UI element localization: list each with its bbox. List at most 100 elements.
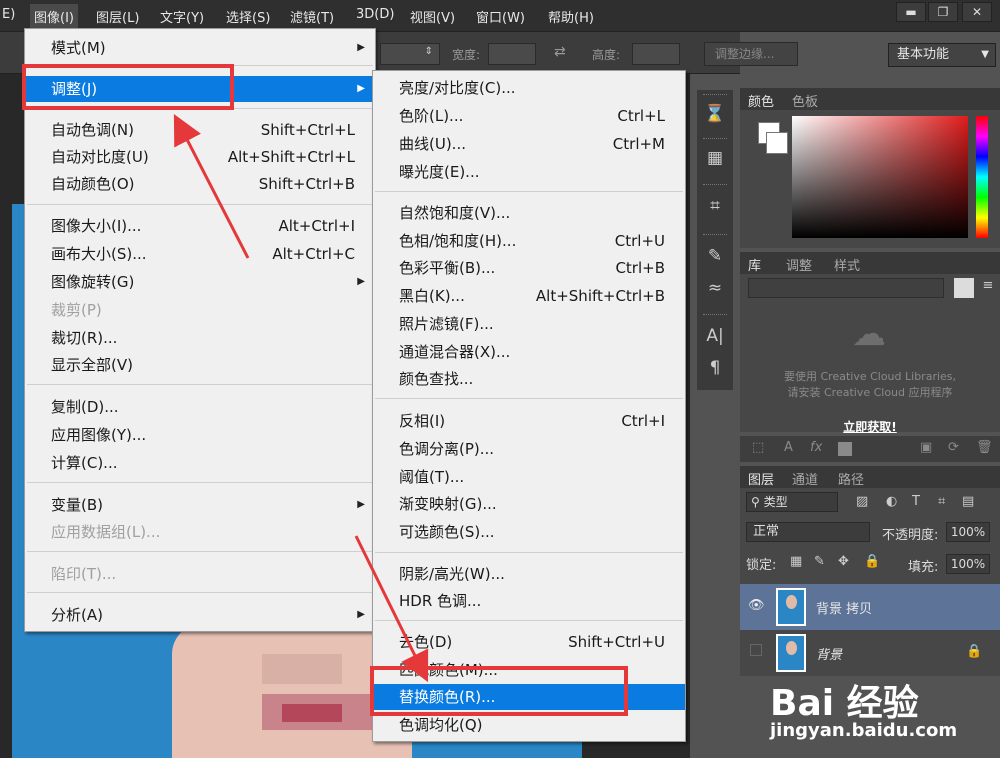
- filter-shape-icon[interactable]: ⌗: [938, 494, 945, 509]
- info-icon[interactable]: ⌗: [703, 194, 727, 218]
- menu-item-desaturate[interactable]: 去色(D) Shift+Ctrl+U: [373, 629, 685, 655]
- menu-item-shadows-highlights[interactable]: 阴影/高光(W)...: [373, 561, 685, 587]
- layer-row-background-copy[interactable]: 👁 背景 拷贝: [740, 584, 1000, 630]
- layer-filter-select[interactable]: ⚲ 类型: [746, 492, 838, 512]
- menu-help[interactable]: 帮助(H): [548, 7, 594, 26]
- tab-layers[interactable]: 图层: [748, 469, 774, 488]
- menu-item-trim[interactable]: 裁切(R)...: [25, 325, 375, 351]
- menu-item-calculations[interactable]: 计算(C)...: [25, 450, 375, 476]
- brush-presets-icon[interactable]: ≈: [703, 276, 727, 300]
- menu-item-brightness-contrast[interactable]: 亮度/对比度(C)...: [373, 75, 685, 101]
- opacity-input[interactable]: 100%: [946, 522, 990, 542]
- tab-adjustments[interactable]: 调整: [786, 255, 812, 274]
- menu-view[interactable]: 视图(V): [410, 7, 455, 26]
- grip-icon: [703, 138, 727, 141]
- menu-item-auto-contrast[interactable]: 自动对比度(U) Alt+Shift+Ctrl+L: [25, 144, 375, 170]
- menu-item-invert[interactable]: 反相(I) Ctrl+I: [373, 408, 685, 434]
- library-select[interactable]: [748, 278, 944, 298]
- menu-type[interactable]: 文字(Y): [160, 7, 204, 26]
- fill-input[interactable]: 100%: [946, 554, 990, 574]
- lock-all-icon[interactable]: 🔒: [864, 554, 880, 569]
- menu-item-curves[interactable]: 曲线(U)... Ctrl+M: [373, 131, 685, 157]
- eye-icon[interactable]: 👁: [748, 598, 765, 613]
- menu-item-reveal-all[interactable]: 显示全部(V): [25, 352, 375, 378]
- tab-library[interactable]: 库: [748, 255, 761, 274]
- filter-pixel-icon[interactable]: ▨: [856, 494, 868, 509]
- menu-item-channel-mixer[interactable]: 通道混合器(X)...: [373, 339, 685, 365]
- width-input[interactable]: [488, 43, 536, 65]
- refine-edge-button[interactable]: 调整边缘...: [704, 42, 798, 66]
- history-icon[interactable]: ⌛: [703, 102, 727, 126]
- minimize-icon[interactable]: ▬: [896, 2, 926, 22]
- filter-adjustment-icon[interactable]: ◐: [886, 494, 897, 509]
- add-color-icon[interactable]: [838, 442, 852, 456]
- menu-item-selective-color[interactable]: 可选颜色(S)...: [373, 519, 685, 545]
- menu-item-vibrance[interactable]: 自然饱和度(V)...: [373, 200, 685, 226]
- filter-smart-icon[interactable]: ▤: [962, 494, 974, 509]
- menu-item-variables[interactable]: 变量(B) ▶: [25, 492, 375, 518]
- menu-filter[interactable]: 滤镜(T): [290, 7, 334, 26]
- restore-icon[interactable]: ❐: [928, 2, 958, 22]
- character-icon[interactable]: A|: [703, 324, 727, 348]
- menu-item-analysis[interactable]: 分析(A) ▶: [25, 602, 375, 628]
- properties-icon[interactable]: ▦: [703, 146, 727, 170]
- workspace-select[interactable]: 基本功能 ▼: [888, 43, 996, 67]
- blend-mode-select[interactable]: 正常: [746, 522, 870, 542]
- add-text-icon[interactable]: A: [784, 440, 793, 455]
- menu-item-apply-image[interactable]: 应用图像(Y)...: [25, 422, 375, 448]
- menu-item-auto-tone[interactable]: 自动色调(N) Shift+Ctrl+L: [25, 117, 375, 143]
- height-input[interactable]: [632, 43, 680, 65]
- tab-color[interactable]: 颜色: [748, 91, 774, 110]
- menu-item-mode[interactable]: 模式(M) ▶: [25, 35, 375, 61]
- grid-view-icon[interactable]: [954, 278, 974, 298]
- menu-image[interactable]: 图像(I): [30, 4, 78, 29]
- menu-item-color-balance[interactable]: 色彩平衡(B)... Ctrl+B: [373, 255, 685, 281]
- menu-window[interactable]: 窗口(W): [476, 7, 525, 26]
- menu-select[interactable]: 选择(S): [226, 7, 270, 26]
- close-icon[interactable]: ✕: [962, 2, 992, 22]
- menu-item-exposure[interactable]: 曝光度(E)...: [373, 159, 685, 185]
- sync-icon[interactable]: ⟳: [948, 440, 959, 455]
- menu-item-hdr-toning[interactable]: HDR 色调...: [373, 588, 685, 614]
- menu-item-auto-color[interactable]: 自动颜色(O) Shift+Ctrl+B: [25, 171, 375, 197]
- tab-styles[interactable]: 样式: [834, 255, 860, 274]
- tab-channels[interactable]: 通道: [792, 469, 818, 488]
- brush-icon[interactable]: ✎: [703, 244, 727, 268]
- stock-icon[interactable]: ▣: [920, 440, 932, 455]
- tab-swatches[interactable]: 色板: [792, 91, 818, 110]
- menu-item-levels[interactable]: 色阶(L)... Ctrl+L: [373, 103, 685, 129]
- menu-edit[interactable]: E): [2, 7, 15, 22]
- add-graphic-icon[interactable]: ⬚: [752, 440, 764, 455]
- tab-paths[interactable]: 路径: [838, 469, 864, 488]
- menu-item-image-size[interactable]: 图像大小(I)... Alt+Ctrl+I: [25, 213, 375, 239]
- layer-name[interactable]: 背景: [816, 644, 842, 663]
- fx-icon[interactable]: fx: [810, 440, 822, 455]
- menu-item-threshold[interactable]: 阈值(T)...: [373, 464, 685, 490]
- menu-item-hue-saturation[interactable]: 色相/饱和度(H)... Ctrl+U: [373, 228, 685, 254]
- menu-item-gradient-map[interactable]: 渐变映射(G)...: [373, 491, 685, 517]
- lock-transparent-icon[interactable]: ▦: [790, 554, 802, 569]
- trash-icon[interactable]: 🗑: [976, 440, 993, 455]
- menu-item-canvas-size[interactable]: 画布大小(S)... Alt+Ctrl+C: [25, 241, 375, 267]
- menu-item-posterize[interactable]: 色调分离(P)...: [373, 436, 685, 462]
- layer-name[interactable]: 背景 拷贝: [816, 598, 872, 617]
- background-color-swatch[interactable]: [766, 132, 788, 154]
- menu-3d[interactable]: 3D(D): [356, 7, 394, 22]
- filter-type-icon[interactable]: T: [912, 494, 920, 509]
- lock-position-icon[interactable]: ✥: [838, 554, 849, 569]
- get-now-link[interactable]: 立即获取!: [740, 418, 1000, 435]
- menu-item-color-lookup[interactable]: 颜色查找...: [373, 366, 685, 392]
- color-spectrum[interactable]: [792, 116, 968, 238]
- menu-item-image-rotation[interactable]: 图像旋转(G) ▶: [25, 269, 375, 295]
- menu-item-photo-filter[interactable]: 照片滤镜(F)...: [373, 311, 685, 337]
- style-select[interactable]: ⇕: [380, 43, 440, 65]
- visibility-toggle[interactable]: [750, 644, 762, 656]
- paragraph-icon[interactable]: ¶: [703, 356, 727, 380]
- menu-item-black-white[interactable]: 黑白(K)... Alt+Shift+Ctrl+B: [373, 283, 685, 309]
- menu-layer[interactable]: 图层(L): [96, 7, 139, 26]
- hue-slider[interactable]: [976, 116, 988, 238]
- menu-item-duplicate[interactable]: 复制(D)...: [25, 394, 375, 420]
- swap-icon[interactable]: ⇄: [554, 44, 566, 60]
- lock-paint-icon[interactable]: ✎: [814, 554, 825, 569]
- list-view-icon[interactable]: ≡: [978, 278, 998, 298]
